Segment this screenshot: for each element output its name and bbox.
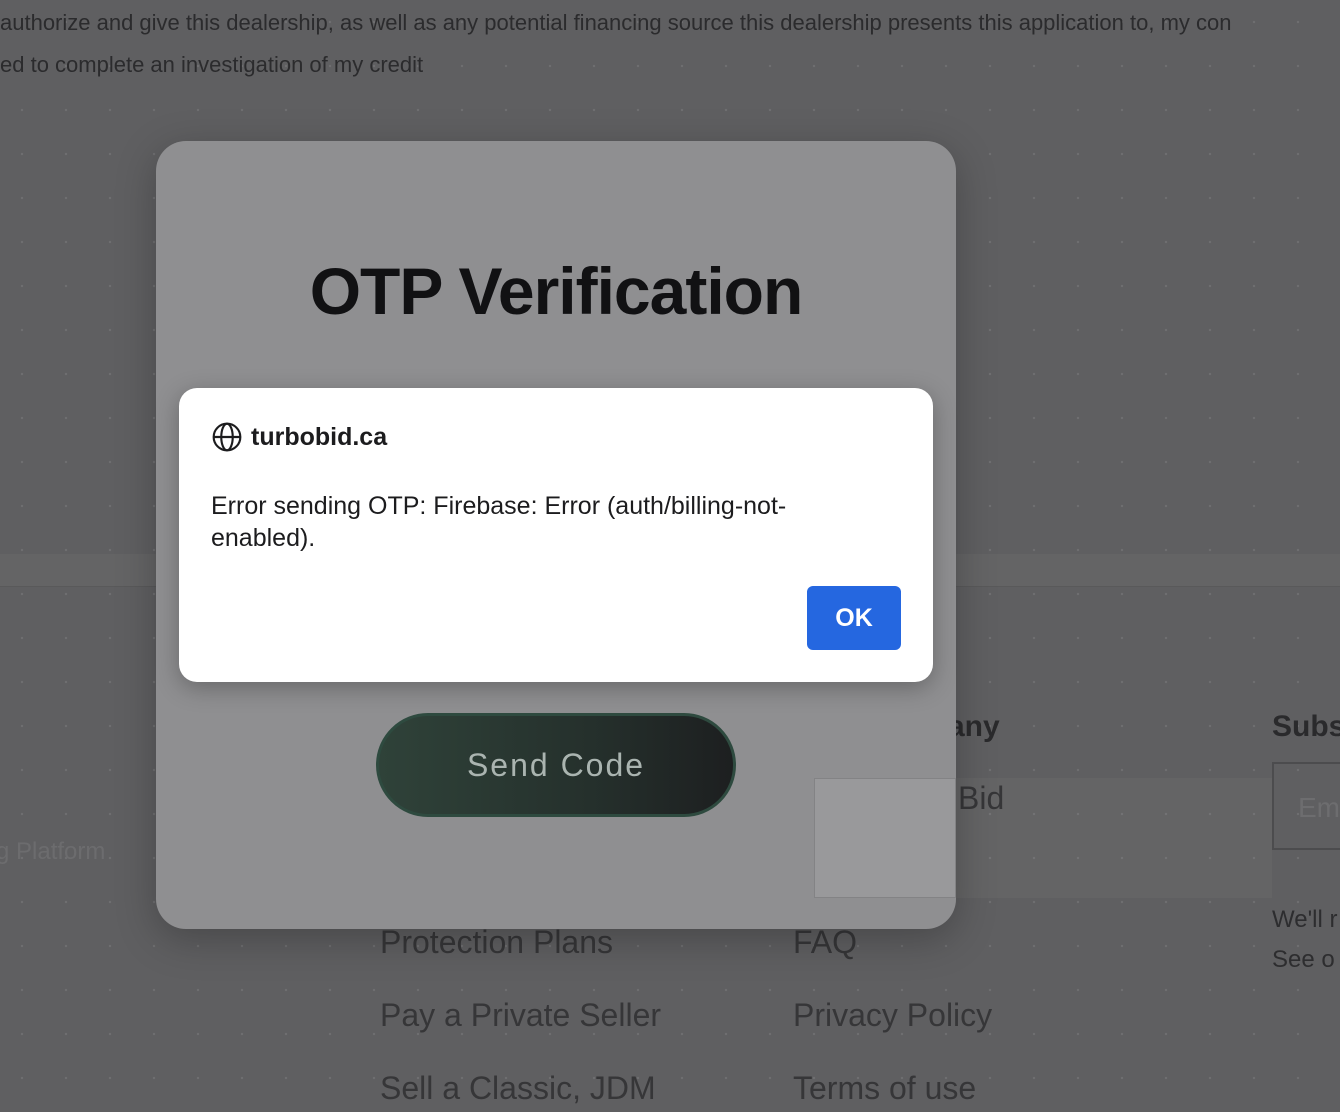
subscribe-email-input[interactable]: Em	[1272, 762, 1340, 850]
send-code-button[interactable]: Send Code	[376, 713, 736, 817]
footer-tagline: g Platform	[0, 838, 106, 865]
footer-link-terms-of-use[interactable]: Terms of use	[793, 1070, 976, 1107]
alert-origin-domain: turbobid.ca	[251, 422, 388, 451]
consent-text-line-2: ed to complete an investigation of my cr…	[0, 52, 424, 77]
ok-button[interactable]: OK	[807, 586, 901, 650]
globe-icon	[212, 422, 242, 452]
browser-alert-dialog: turbobid.ca Error sending OTP: Firebase:…	[179, 388, 933, 682]
email-placeholder: Em	[1298, 792, 1340, 823]
footer-link-company-1[interactable]: Bid	[958, 780, 1004, 817]
subscribe-note-line-2: See o	[1272, 946, 1335, 973]
footer-link-pay-private-seller[interactable]: Pay a Private Seller	[380, 997, 661, 1034]
subscribe-note-line-1: We'll r	[1272, 906, 1338, 933]
recaptcha-widget[interactable]	[814, 778, 956, 898]
alert-message: Error sending OTP: Firebase: Error (auth…	[211, 492, 787, 552]
footer-heading-subscribe: Subs	[1272, 710, 1340, 743]
alert-origin: turbobid.ca	[211, 420, 387, 454]
footer-link-privacy-policy[interactable]: Privacy Policy	[793, 997, 992, 1034]
footer-link-sell-classic-jdm[interactable]: Sell a Classic, JDM	[380, 1070, 656, 1107]
otp-modal-title: OTP Verification	[309, 254, 804, 328]
footer-link-protection-plans[interactable]: Protection Plans	[380, 924, 613, 961]
footer-link-faq[interactable]: FAQ	[793, 924, 857, 961]
consent-text-line-1: authorize and give this dealership, as w…	[0, 10, 1232, 35]
